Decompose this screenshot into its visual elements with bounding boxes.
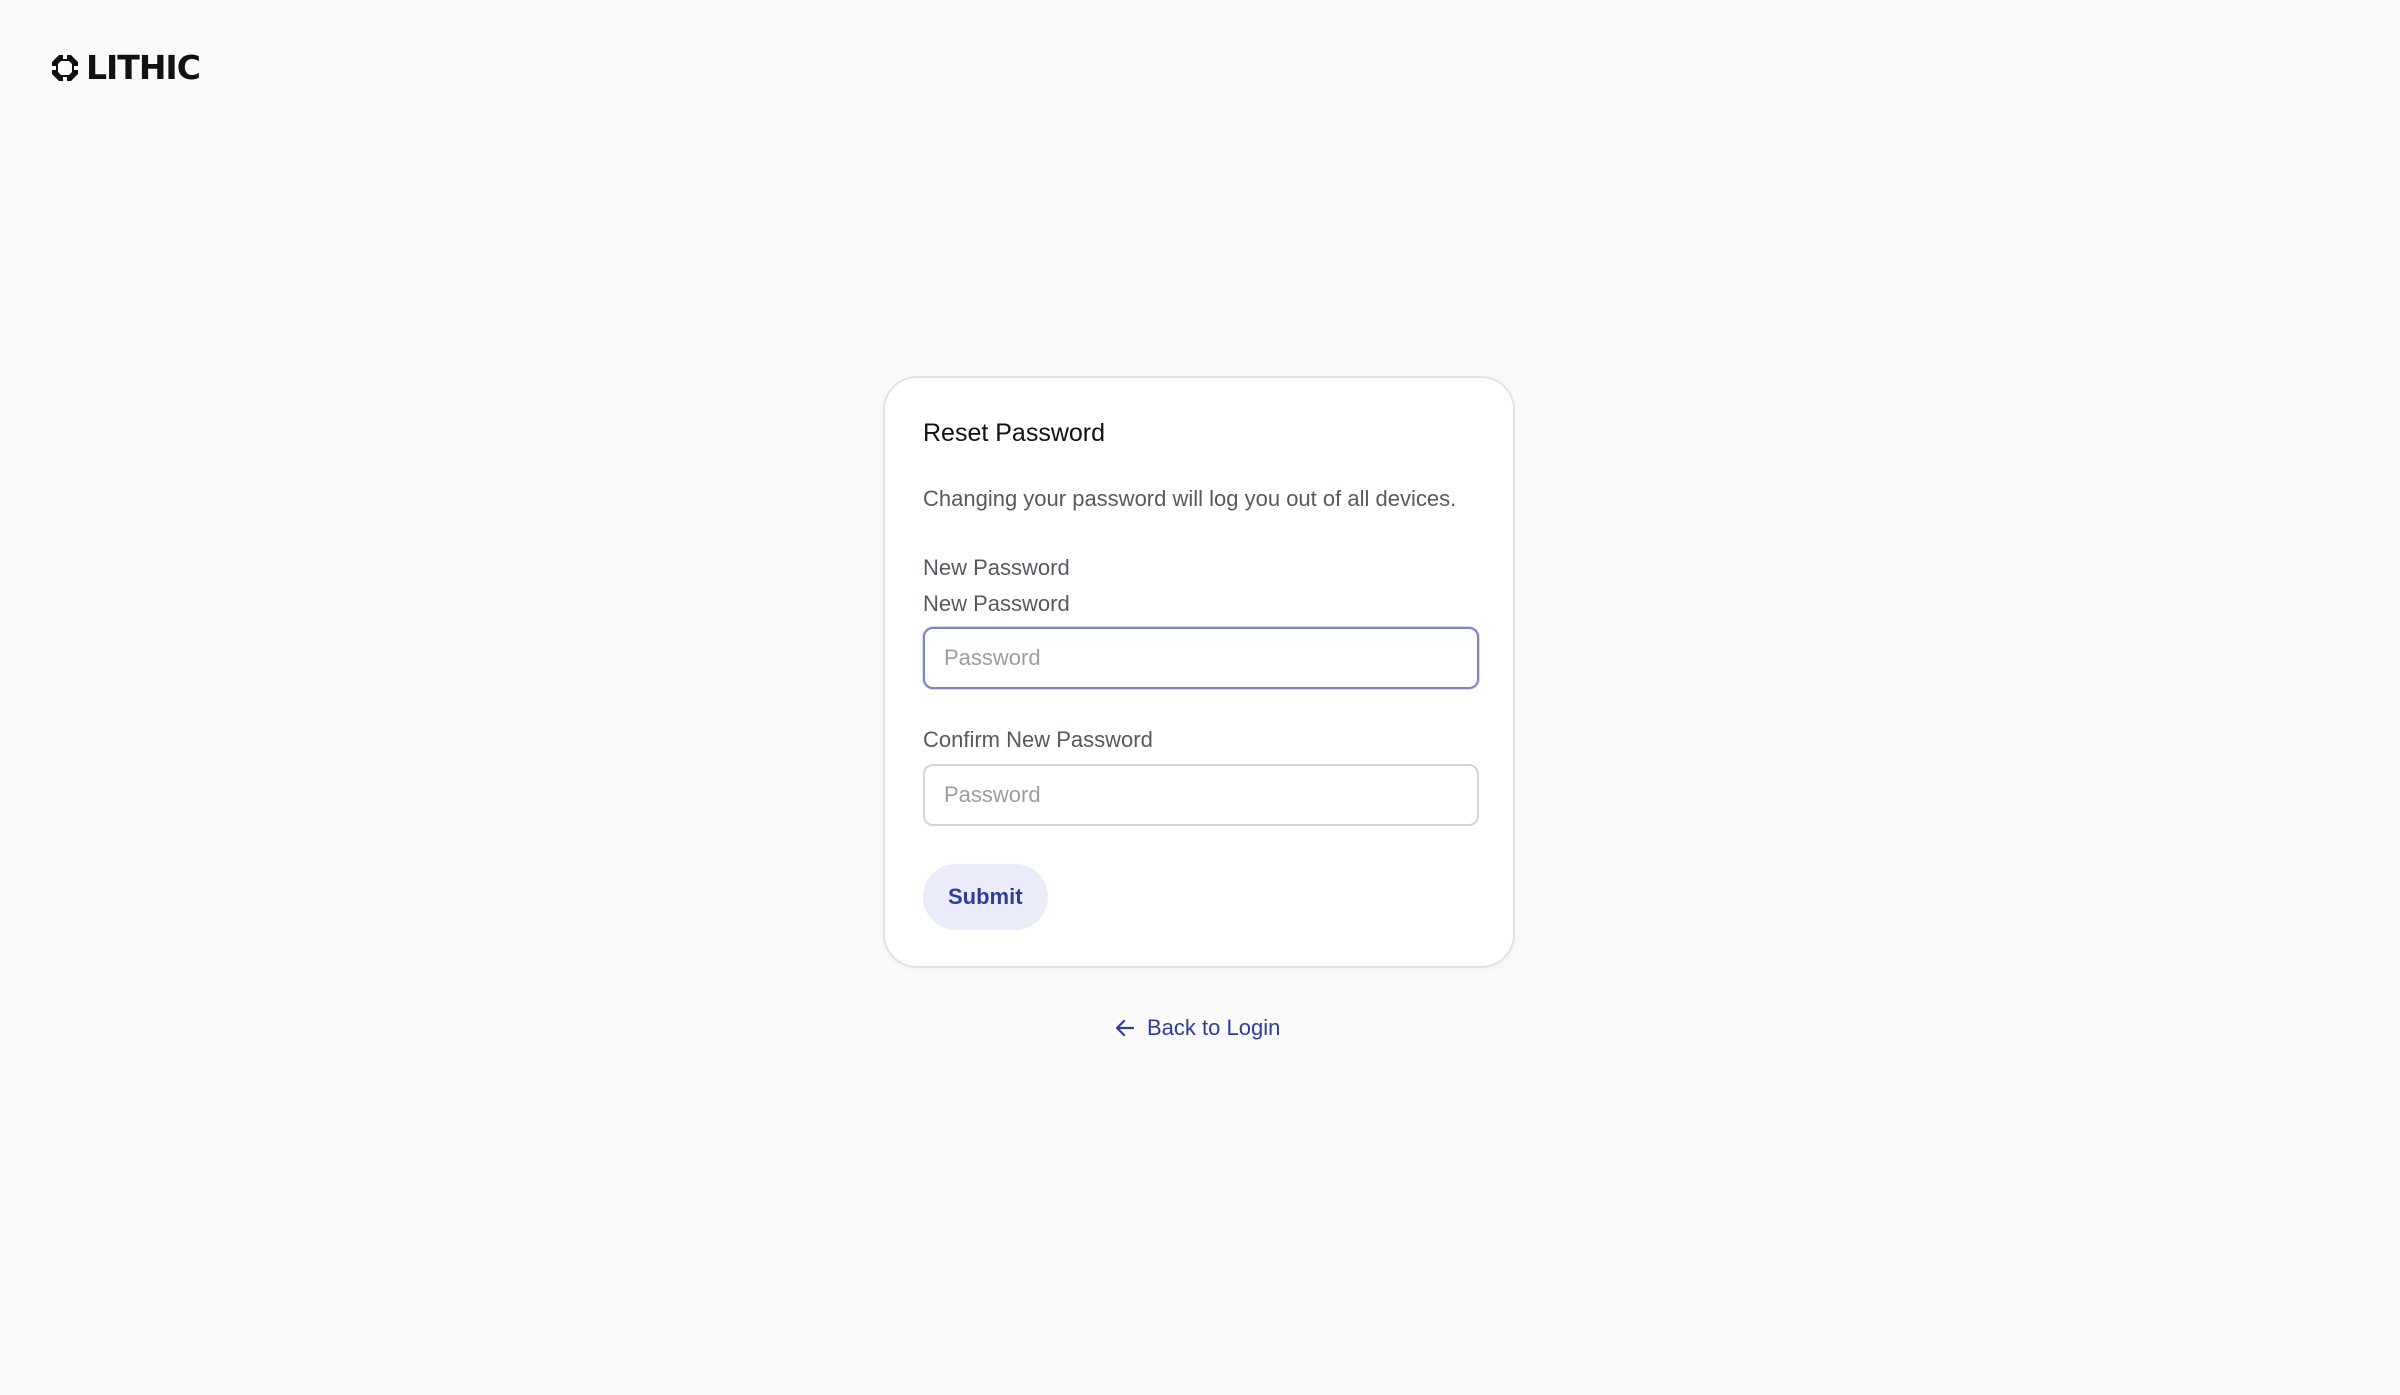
new-password-input[interactable]	[923, 627, 1479, 689]
card-title: Reset Password	[923, 419, 1106, 447]
card-description: Changing your password will log you out …	[923, 486, 1457, 511]
back-to-login-link[interactable]: Back to Login	[1113, 1010, 1280, 1046]
section-label-new-password: New Password	[923, 555, 1070, 580]
back-to-login-label: Back to Login	[1147, 1015, 1281, 1040]
confirm-password-input[interactable]	[923, 764, 1479, 826]
new-password-label: New Password	[923, 591, 1070, 616]
brand-logo[interactable]: LITHIC	[50, 48, 201, 87]
arrow-left-icon	[1115, 1019, 1135, 1037]
confirm-password-label: Confirm New Password	[923, 727, 1153, 752]
submit-button[interactable]: Submit	[923, 864, 1048, 930]
brand-name: LITHIC	[86, 48, 201, 87]
lithic-logo-icon	[50, 53, 80, 83]
reset-password-card: Reset Password Changing your password wi…	[883, 376, 1515, 968]
